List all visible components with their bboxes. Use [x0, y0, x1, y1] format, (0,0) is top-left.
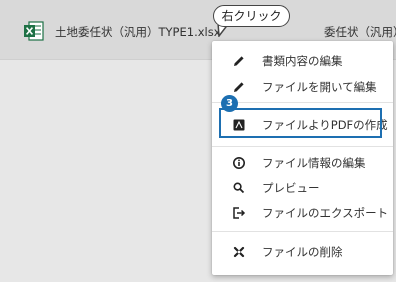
menu-item-edit-document[interactable]: 書類内容の編集 — [212, 48, 393, 74]
right-click-callout: 右クリック — [213, 5, 290, 27]
file-name: 土地委任状（汎用）TYPE1.xlsx — [55, 25, 221, 39]
delete-icon — [233, 246, 245, 258]
menu-divider — [212, 231, 393, 232]
pencil-icon — [234, 82, 244, 92]
search-icon — [233, 182, 245, 194]
pencil-icon — [234, 56, 244, 66]
menu-item-label: ファイルを開いて編集 — [262, 80, 377, 94]
callout-text: 右クリック — [221, 9, 282, 23]
screen: 土地委任状（汎用）TYPE1.xlsx 委任状（汎用） 右クリック 書類内容の編… — [0, 0, 396, 282]
menu-item-preview[interactable]: プレビュー — [212, 175, 393, 201]
highlight-box — [219, 108, 382, 138]
menu-item-label: ファイルのエクスポート — [262, 206, 389, 220]
menu-item-label: ファイルの削除 — [262, 245, 343, 259]
info-icon — [233, 157, 245, 169]
export-icon — [233, 207, 246, 219]
menu-item-label: ファイル情報の編集 — [262, 156, 366, 170]
document-type: 委任状（汎用） — [324, 25, 396, 39]
menu-divider — [212, 146, 393, 147]
context-menu: 書類内容の編集 ファイルを開いて編集 ファイルよりPDFの作成 ファイル情報の編… — [212, 41, 393, 275]
menu-item-label: 書類内容の編集 — [262, 54, 343, 68]
menu-item-export[interactable]: ファイルのエクスポート — [212, 200, 393, 226]
menu-divider — [212, 102, 393, 103]
menu-item-label: プレビュー — [262, 181, 320, 195]
menu-item-open-edit[interactable]: ファイルを開いて編集 — [212, 74, 393, 100]
excel-file-icon — [24, 21, 44, 41]
menu-item-edit-info[interactable]: ファイル情報の編集 — [212, 150, 393, 176]
menu-item-delete[interactable]: ファイルの削除 — [212, 239, 393, 265]
step-number-badge: 3 — [221, 95, 238, 112]
